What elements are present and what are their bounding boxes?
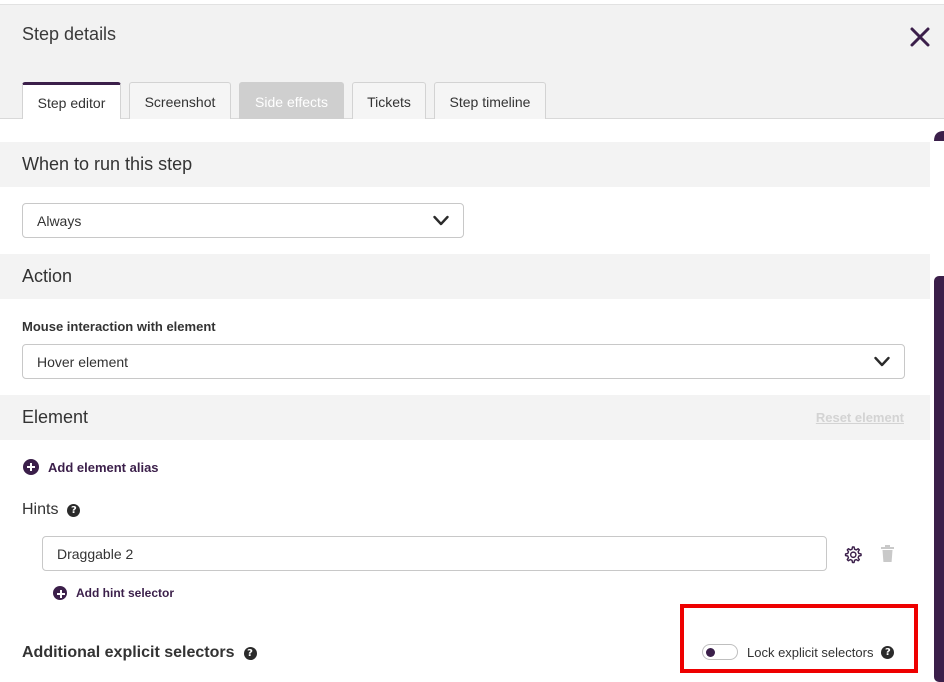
tab-tickets[interactable]: Tickets <box>352 82 426 120</box>
explicit-selectors-label: Additional explicit selectors <box>22 644 235 661</box>
plus-circle-icon <box>23 459 39 475</box>
add-element-alias-label: Add element alias <box>48 459 159 475</box>
help-icon[interactable]: ? <box>67 503 81 517</box>
scrollbar-thumb[interactable] <box>934 276 944 682</box>
tab-step-timeline[interactable]: Step timeline <box>434 82 546 120</box>
mouse-interaction-value: Hover element <box>37 354 129 370</box>
run-condition-select[interactable]: Always <box>22 203 464 238</box>
plus-circle-icon <box>53 586 67 600</box>
help-icon[interactable]: ? <box>243 646 257 660</box>
add-element-alias-button[interactable]: Add element alias <box>23 459 159 475</box>
hints-heading: Hints ? <box>22 501 81 519</box>
trash-icon[interactable] <box>880 545 895 562</box>
element-section-header: Element Reset element <box>0 395 930 440</box>
hints-label: Hints <box>22 501 59 518</box>
hint-selector-input[interactable]: Draggable 2 <box>42 536 827 571</box>
mouse-interaction-select[interactable]: Hover element <box>22 344 905 379</box>
add-hint-selector-label: Add hint selector <box>76 586 175 600</box>
dialog-header: Step details Step editor Screenshot Side… <box>0 4 944 121</box>
hint-selector-value: Draggable 2 <box>57 545 134 562</box>
mouse-interaction-label: Mouse interaction with element <box>22 319 216 334</box>
when-section-header: When to run this step <box>0 142 930 187</box>
close-icon[interactable] <box>906 23 934 51</box>
element-section-title: Element <box>22 407 89 427</box>
reset-element-link: Reset element <box>815 410 904 425</box>
tab-side-effects: Side effects <box>239 82 344 120</box>
explicit-selectors-heading: Additional explicit selectors ? <box>22 644 257 662</box>
action-section-header: Action <box>0 254 930 299</box>
gear-icon[interactable] <box>843 545 862 564</box>
action-section-title: Action <box>22 266 73 286</box>
tab-step-editor[interactable]: Step editor <box>22 82 121 121</box>
chevron-down-icon <box>874 356 890 367</box>
scroll-up-icon[interactable] <box>933 130 944 142</box>
add-hint-selector-button[interactable]: Add hint selector <box>53 586 174 600</box>
run-condition-value: Always <box>37 213 82 229</box>
step-editor-panel: When to run this step Always Action Mous… <box>0 119 930 682</box>
when-section-title: When to run this step <box>22 154 193 174</box>
chevron-down-icon <box>433 215 449 226</box>
dialog-title: Step details <box>22 24 117 44</box>
highlight-box <box>680 604 918 673</box>
tab-screenshot[interactable]: Screenshot <box>129 82 231 120</box>
